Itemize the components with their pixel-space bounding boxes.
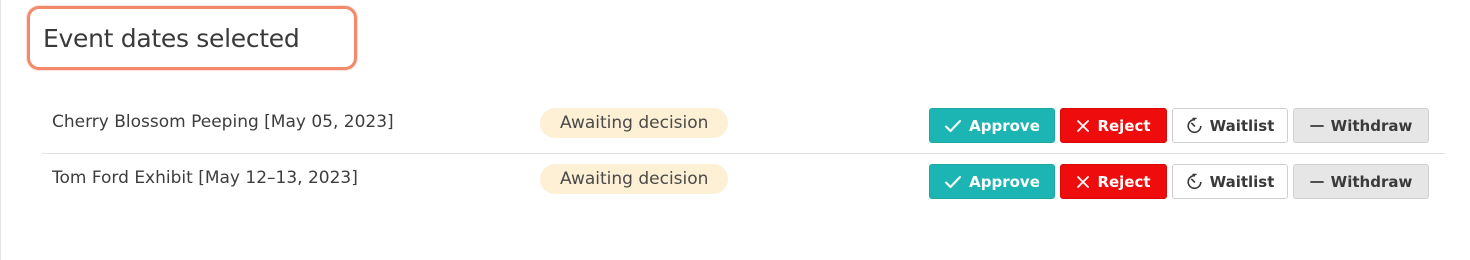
approve-button[interactable]: Approve: [929, 108, 1055, 143]
section-title-text: Event dates selected: [43, 23, 300, 53]
waitlist-button[interactable]: Waitlist: [1172, 108, 1288, 143]
table-row: Cherry Blossom Peeping [May 05, 2023] Aw…: [42, 98, 1445, 154]
section-title: Event dates selected: [27, 6, 357, 70]
page-frame: Event dates selected Cherry Blossom Peep…: [0, 0, 1470, 260]
reject-button[interactable]: Reject: [1060, 108, 1167, 143]
x-icon: [1076, 119, 1090, 133]
event-name: Tom Ford Exhibit [May 12–13, 2023]: [52, 168, 358, 188]
approve-button[interactable]: Approve: [929, 164, 1055, 199]
reject-button[interactable]: Reject: [1060, 164, 1167, 199]
row-actions: Approve Reject Waitlist Withdraw: [929, 164, 1429, 199]
waitlist-button[interactable]: Waitlist: [1172, 164, 1288, 199]
reject-button-label: Reject: [1097, 172, 1151, 191]
event-name: Cherry Blossom Peeping [May 05, 2023]: [52, 112, 394, 132]
approve-button-label: Approve: [969, 116, 1040, 135]
withdraw-button-label: Withdraw: [1330, 116, 1413, 135]
status-badge: Awaiting decision: [540, 164, 729, 194]
dash-icon: [1309, 175, 1324, 189]
dash-icon: [1309, 119, 1324, 133]
timer-icon: [1186, 173, 1203, 190]
waitlist-button-label: Waitlist: [1209, 172, 1275, 191]
table-row: Tom Ford Exhibit [May 12–13, 2023] Await…: [42, 154, 1445, 210]
status-badge: Awaiting decision: [540, 108, 729, 138]
approve-button-label: Approve: [969, 172, 1040, 191]
withdraw-button[interactable]: Withdraw: [1293, 108, 1429, 143]
check-icon: [944, 119, 962, 133]
event-dates-table: Cherry Blossom Peeping [May 05, 2023] Aw…: [42, 98, 1445, 210]
withdraw-button[interactable]: Withdraw: [1293, 164, 1429, 199]
x-icon: [1076, 175, 1090, 189]
reject-button-label: Reject: [1097, 116, 1151, 135]
withdraw-button-label: Withdraw: [1330, 172, 1413, 191]
timer-icon: [1186, 117, 1203, 134]
check-icon: [944, 175, 962, 189]
waitlist-button-label: Waitlist: [1209, 116, 1275, 135]
row-actions: Approve Reject Waitlist Withdraw: [929, 108, 1429, 143]
